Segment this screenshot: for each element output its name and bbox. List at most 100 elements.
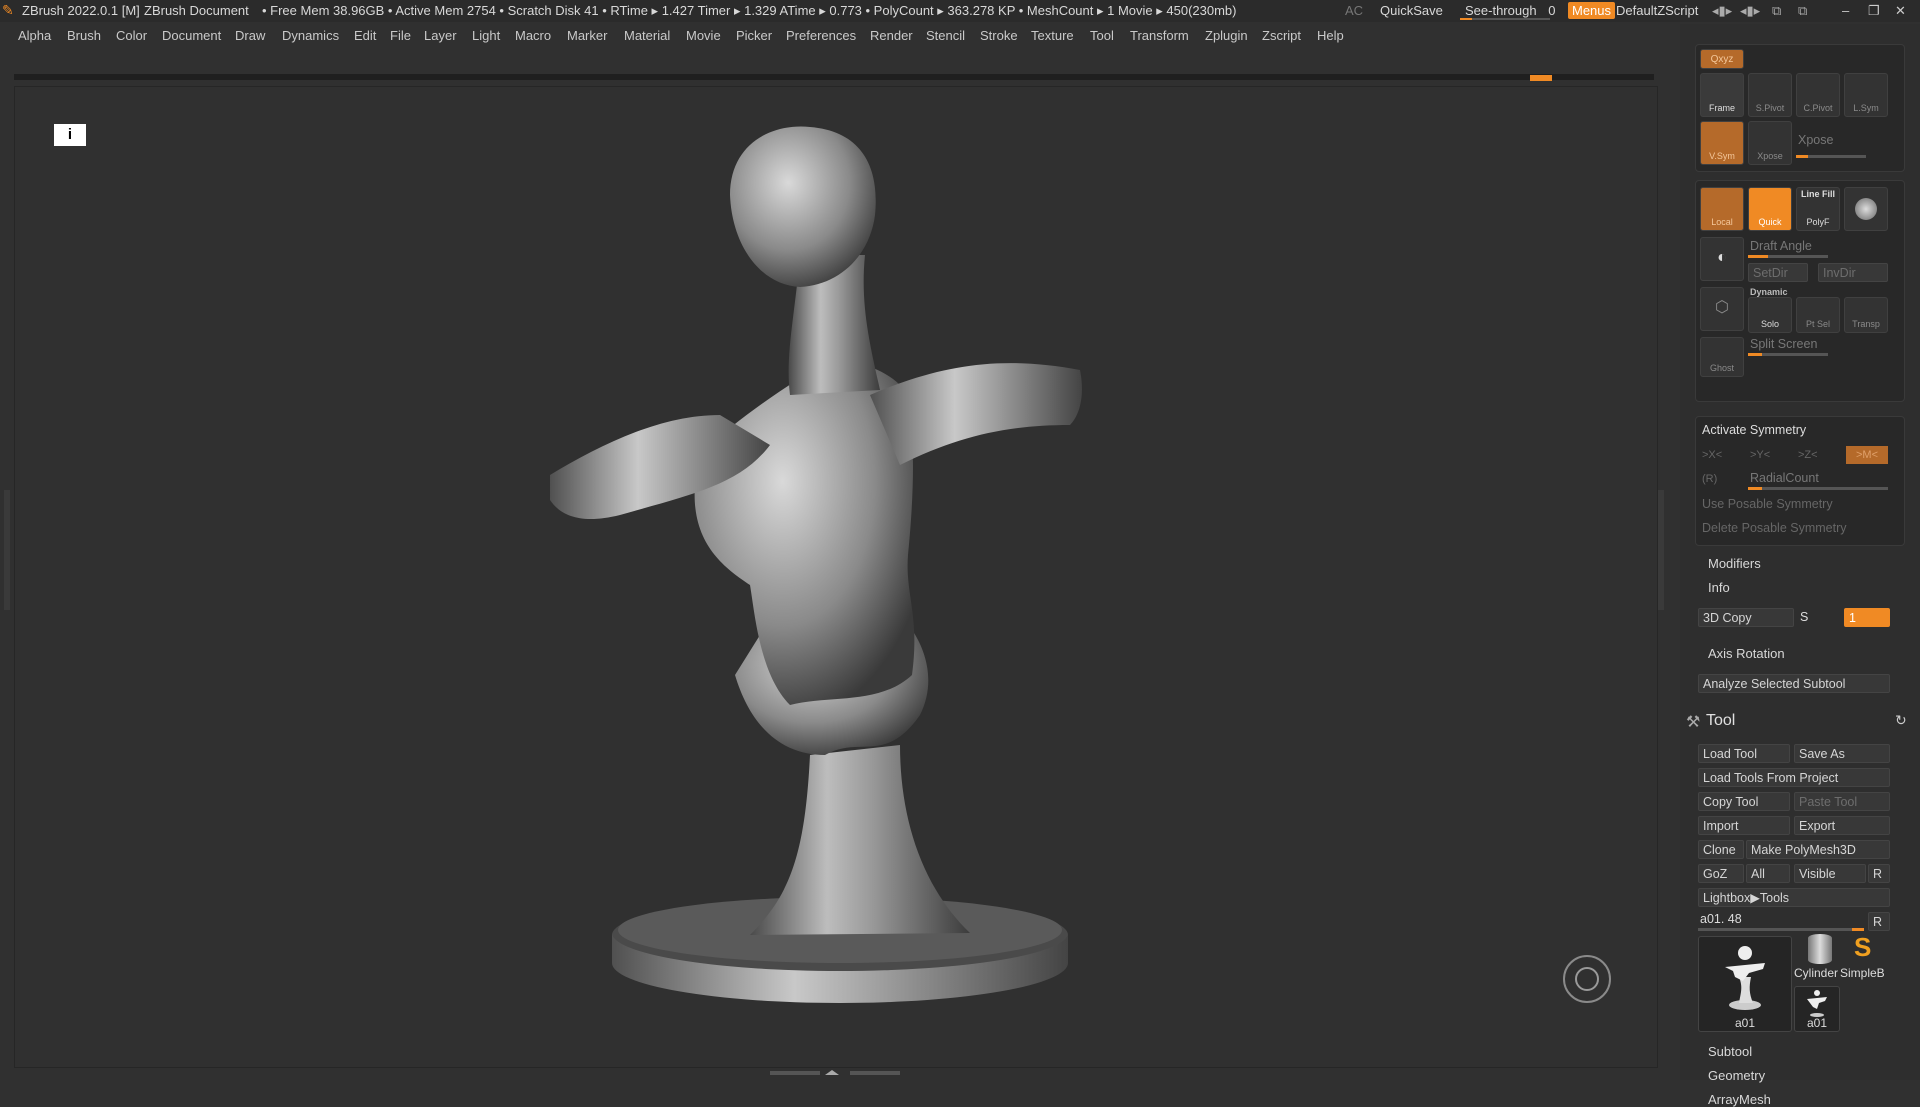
delete-posable-symmetry-button[interactable]: Delete Posable Symmetry	[1702, 521, 1847, 535]
local-button[interactable]: Local	[1700, 187, 1744, 231]
right-tray-handle[interactable]	[1658, 490, 1664, 610]
xpose-icon[interactable]: Xpose	[1748, 121, 1792, 165]
quick-button[interactable]: Quick	[1748, 187, 1792, 231]
menu-brush[interactable]: Brush	[67, 28, 101, 43]
material-sphere-icon[interactable]	[1844, 187, 1888, 231]
goz-visible-button[interactable]: Visible	[1794, 864, 1866, 883]
frame-button[interactable]: Frame	[1700, 73, 1744, 117]
maximize-icon[interactable]: ❐	[1868, 3, 1880, 19]
cpivot-button[interactable]: C.Pivot	[1796, 73, 1840, 117]
lsym-button[interactable]: L.Sym	[1844, 73, 1888, 117]
menu-help[interactable]: Help	[1317, 28, 1344, 43]
analyze-subtool-button[interactable]: Analyze Selected Subtool	[1698, 674, 1890, 693]
menu-render[interactable]: Render	[870, 28, 913, 43]
see-through-slider[interactable]: See-through 0	[1465, 3, 1555, 18]
arraymesh-section[interactable]: ArrayMesh	[1708, 1092, 1771, 1107]
contrast-toggle-icon[interactable]: ◐	[1700, 237, 1744, 281]
layout-icon[interactable]: ◂▮▸	[1712, 3, 1732, 19]
polyf-button[interactable]: Line Fill PolyF	[1796, 187, 1840, 231]
menu-color[interactable]: Color	[116, 28, 147, 43]
goz-all-button[interactable]: All	[1746, 864, 1790, 883]
sym-z-button[interactable]: >Z<	[1798, 449, 1818, 461]
3d-copy-button[interactable]: 3D Copy	[1698, 608, 1794, 627]
split-screen-slider[interactable]	[1748, 353, 1828, 356]
paste-tool-button[interactable]: Paste Tool	[1794, 792, 1890, 811]
menu-stencil[interactable]: Stencil	[926, 28, 965, 43]
make-polymesh3d-button[interactable]: Make PolyMesh3D	[1746, 840, 1890, 859]
info-icon[interactable]: i	[54, 124, 86, 146]
modifiers-section[interactable]: Modifiers	[1708, 556, 1761, 571]
orbit-gizmo-icon[interactable]	[1563, 955, 1611, 1003]
ac-label[interactable]: AC	[1345, 3, 1363, 18]
info-section[interactable]: Info	[1708, 580, 1730, 595]
menu-tool[interactable]: Tool	[1090, 28, 1114, 43]
default-zscript[interactable]: DefaultZScript	[1616, 3, 1698, 18]
copy-tool-button[interactable]: Copy Tool	[1698, 792, 1790, 811]
quicksave-button[interactable]: QuickSave	[1380, 3, 1443, 18]
window2-icon[interactable]: ⧉	[1798, 3, 1807, 19]
menu-layer[interactable]: Layer	[424, 28, 457, 43]
load-tool-button[interactable]: Load Tool	[1698, 744, 1790, 763]
geometry-section[interactable]: Geometry	[1708, 1068, 1765, 1083]
activate-symmetry-button[interactable]: Activate Symmetry	[1702, 423, 1806, 437]
transp-button[interactable]: Transp	[1844, 297, 1888, 333]
axis-rotation-section[interactable]: Axis Rotation	[1708, 646, 1785, 661]
layout2-icon[interactable]: ◂▮▸	[1740, 3, 1760, 19]
menu-file[interactable]: File	[390, 28, 411, 43]
tool-thumb-cylinder[interactable]: Cylinder	[1794, 932, 1840, 984]
window-icon[interactable]: ⧉	[1772, 3, 1781, 19]
menu-alpha[interactable]: Alpha	[18, 28, 51, 43]
tool-palette-title[interactable]: Tool	[1706, 712, 1735, 730]
menu-zplugin[interactable]: Zplugin	[1205, 28, 1248, 43]
invdir-button[interactable]: InvDir	[1818, 263, 1888, 282]
import-button[interactable]: Import	[1698, 816, 1790, 835]
save-as-button[interactable]: Save As	[1794, 744, 1890, 763]
sym-x-button[interactable]: >X<	[1702, 449, 1722, 461]
export-button[interactable]: Export	[1794, 816, 1890, 835]
minimize-icon[interactable]: –	[1842, 3, 1849, 18]
goz-r-button[interactable]: R	[1868, 864, 1890, 883]
close-icon[interactable]: ✕	[1895, 3, 1906, 19]
menu-transform[interactable]: Transform	[1130, 28, 1189, 43]
menu-edit[interactable]: Edit	[354, 28, 376, 43]
tool-thumb-a01-small[interactable]: a01	[1794, 986, 1840, 1032]
xpose-slider[interactable]	[1796, 155, 1866, 158]
ptsel-button[interactable]: Pt Sel	[1796, 297, 1840, 333]
3d-copy-value-field[interactable]: 1	[1844, 608, 1890, 627]
lightbox-tools-button[interactable]: Lightbox▶Tools	[1698, 888, 1890, 907]
menu-texture[interactable]: Texture	[1031, 28, 1074, 43]
clone-button[interactable]: Clone	[1698, 840, 1744, 859]
sym-y-button[interactable]: >Y<	[1750, 449, 1770, 461]
sym-r-button[interactable]: (R)	[1702, 473, 1717, 485]
sculpt-model-figure[interactable]	[540, 115, 1100, 1035]
cube-icon[interactable]: ⬡	[1700, 287, 1744, 331]
draft-angle-slider[interactable]	[1748, 255, 1828, 258]
load-tools-from-project-button[interactable]: Load Tools From Project	[1698, 768, 1890, 787]
menu-document[interactable]: Document	[162, 28, 221, 43]
radial-count-slider[interactable]	[1748, 487, 1888, 490]
left-tray-handle[interactable]	[4, 490, 10, 610]
menu-picker[interactable]: Picker	[736, 28, 772, 43]
tool-r-button[interactable]: R	[1868, 912, 1890, 931]
use-posable-symmetry-button[interactable]: Use Posable Symmetry	[1702, 497, 1833, 511]
timeline-track[interactable]	[14, 74, 1654, 80]
menu-light[interactable]: Light	[472, 28, 500, 43]
tool-slider[interactable]	[1698, 928, 1864, 931]
sym-m-button[interactable]: >M<	[1846, 446, 1888, 464]
menu-macro[interactable]: Macro	[515, 28, 551, 43]
menu-zscript[interactable]: Zscript	[1262, 28, 1301, 43]
tool-thumb-a01[interactable]: a01	[1698, 936, 1792, 1032]
subtool-section[interactable]: Subtool	[1708, 1044, 1752, 1059]
tool-thumb-simpleb[interactable]: S SimpleB	[1840, 932, 1890, 984]
vsym-button[interactable]: V.Sym	[1700, 121, 1744, 165]
menu-marker[interactable]: Marker	[567, 28, 607, 43]
menu-dynamics[interactable]: Dynamics	[282, 28, 339, 43]
refresh-icon[interactable]: ↻	[1895, 712, 1907, 729]
menus-button[interactable]: Menus	[1568, 2, 1616, 19]
goz-button[interactable]: GoZ	[1698, 864, 1744, 883]
xyz-button[interactable]: Qxyz	[1700, 49, 1744, 69]
bottom-tray-handle[interactable]	[770, 1070, 900, 1076]
menu-draw[interactable]: Draw	[235, 28, 265, 43]
ghost-button[interactable]: Ghost	[1700, 337, 1744, 377]
menu-material[interactable]: Material	[624, 28, 670, 43]
